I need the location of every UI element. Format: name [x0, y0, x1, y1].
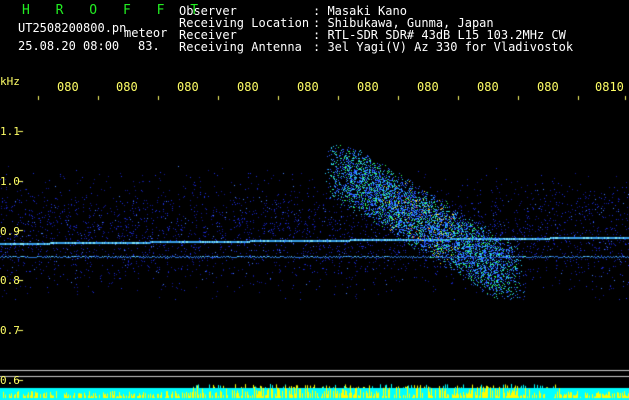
spectrogram-canvas [0, 0, 629, 400]
x-tick-label: 080 [177, 80, 199, 94]
x-tick-label: 080 [357, 80, 379, 94]
antenna-label: Receiving Antenna [179, 40, 302, 54]
y-tick-label: 0.7 [0, 324, 20, 337]
x-tick-label: 080 [116, 80, 138, 94]
count-value: 83. [138, 39, 160, 53]
y-tick-label: 0.6 [0, 374, 20, 387]
observation-type: meteor [124, 26, 168, 40]
file-name: UT2508200800.pn [18, 21, 127, 35]
spectrogram-window: H R O F F T UT2508200800.pn meteor 25.08… [0, 0, 629, 400]
y-tick-label: 0.9 [0, 225, 20, 238]
x-tick-label: 080 [417, 80, 439, 94]
antenna-value: : 3el Yagi(V) Az 330 for Vladivostok [313, 40, 574, 54]
x-tick-label: 080 [57, 80, 79, 94]
y-tick-label: 1.1 [0, 125, 20, 138]
x-tick-label: 080 [297, 80, 319, 94]
x-tick-label: 080 [537, 80, 559, 94]
x-tick-label: 080 [477, 80, 499, 94]
date-time: 25.08.20 08:00 [18, 39, 120, 53]
x-tick-label: 080 [237, 80, 259, 94]
y-tick-label: 1.0 [0, 175, 20, 188]
y-axis-unit: kHz [0, 75, 20, 88]
x-tick-label: 0810 [595, 80, 624, 94]
y-tick-label: 0.8 [0, 274, 20, 287]
